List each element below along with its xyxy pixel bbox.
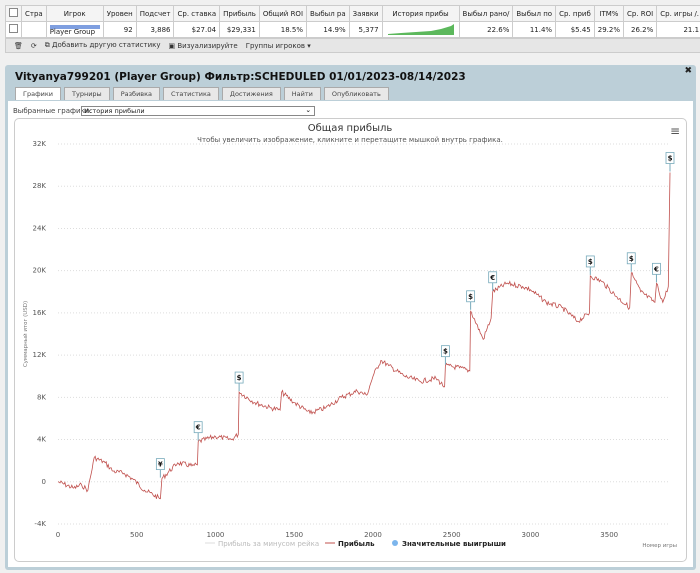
y-tick-label: 20K (33, 267, 47, 275)
col-header[interactable]: Подсчет (135, 5, 175, 22)
tab-publish[interactable]: Опубликовать (323, 87, 389, 100)
profit-sparkline (381, 21, 460, 38)
player-panel: Vityanya799201 (Player Group) Фильтр:SCH… (5, 65, 696, 570)
col-header[interactable]: Прибыль (219, 5, 260, 22)
tab-charts[interactable]: Графики (15, 87, 62, 100)
tab-statistics[interactable]: Статистика (163, 87, 219, 100)
big-win-symbol: $ (443, 348, 448, 356)
table-header-row: Стра Игрок Уровен Подсчет Ср. ставка При… (5, 5, 700, 22)
x-axis-label: Номер игры (642, 543, 677, 549)
col-header[interactable]: Заявки (348, 5, 383, 22)
x-tick-label: 3500 (600, 531, 618, 539)
y-tick-label: 8K (37, 393, 46, 401)
col-header[interactable]: Уровен (102, 5, 137, 22)
tab-achievements[interactable]: Достижения (221, 87, 281, 100)
y-tick-label: 12K (33, 351, 47, 359)
big-win-symbol: $ (588, 258, 593, 266)
y-tick-label: 24K (33, 224, 47, 232)
table-toolbar: 🗑 ⟳ ⧉ Добавить другую статистику ▣ Визуа… (5, 38, 700, 53)
chart-subtitle: Чтобы увеличить изображение, кликните и … (197, 136, 503, 144)
table-row: Player Group 92 3,886 $27.04 $29,331 18.… (5, 21, 700, 38)
col-header[interactable]: Ср. ROI (623, 5, 658, 22)
tab-find[interactable]: Найти (283, 87, 321, 100)
y-tick-label: -4K (34, 520, 46, 528)
y-tick-label: 0 (42, 478, 46, 486)
col-header[interactable]: Общий ROI (258, 5, 308, 22)
add-stat-button[interactable]: ⧉ Добавить другую статистику (45, 41, 161, 50)
big-win-symbol: ¥ (158, 461, 163, 469)
y-tick-label: 32K (33, 140, 47, 148)
big-win-symbol: € (489, 274, 495, 282)
chart-title: Общая прибыль (308, 123, 393, 134)
col-header[interactable]: Выбыл рано/ (458, 5, 514, 22)
close-icon[interactable]: ✖ (684, 66, 692, 76)
stats-table: Стра Игрок Уровен Подсчет Ср. ставка При… (5, 5, 700, 38)
chevron-down-icon: ⌄ (305, 106, 311, 114)
menu-icon[interactable]: ≡ (670, 124, 680, 138)
col-header[interactable]: Ср. приб (555, 5, 595, 22)
panel-tabs: Графики Турниры Разбивка Статистика Дост… (15, 87, 389, 100)
col-header[interactable]: Игрок (45, 5, 104, 22)
profit-chart[interactable]: Общая прибыль Чтобы увеличить изображение… (14, 118, 687, 562)
x-tick-label: 500 (130, 531, 143, 539)
col-header[interactable]: Ср. ставка (173, 5, 221, 22)
player-groups-dropdown[interactable]: Группы игроков ▾ (246, 42, 311, 50)
legend-item-profit: Прибыль (338, 540, 375, 548)
selected-charts-label: Выбранные графики: (13, 107, 92, 115)
y-tick-label: 28K (33, 182, 47, 190)
x-tick-label: 0 (56, 531, 60, 539)
row-checkbox[interactable] (5, 21, 22, 38)
panel-title: Vityanya799201 (Player Group) Фильтр:SCH… (15, 71, 466, 83)
chart-select[interactable]: История прибыли ⌄ (81, 106, 315, 116)
big-win-symbol: $ (468, 293, 473, 301)
player-cell[interactable]: Player Group (45, 21, 104, 38)
col-header[interactable]: ITM% (593, 5, 625, 22)
x-tick-label: 3000 (522, 531, 540, 539)
legend-dot-big-wins (392, 540, 398, 546)
refresh-icon[interactable]: ⟳ (31, 42, 37, 50)
y-tick-label: 4K (37, 436, 46, 444)
y-axis-label: Суммарный итог (USD) (22, 301, 29, 367)
x-tick-label: 1500 (285, 531, 303, 539)
visualize-button[interactable]: ▣ Визуализируйте (169, 42, 238, 50)
legend-item-rakeless: Прибыль за минусом рейка (218, 540, 319, 548)
big-win-symbol: $ (237, 374, 242, 382)
big-win-symbol: € (653, 265, 659, 273)
col-header[interactable]: Выбыл по (512, 5, 557, 22)
panel-body: Выбранные графики: История прибыли ⌄ Обща… (8, 101, 693, 567)
profit-series-line (57, 172, 671, 500)
legend-item-big-wins: Значительные выигрыши (402, 540, 506, 548)
tab-breakdown[interactable]: Разбивка (112, 87, 161, 100)
col-header[interactable]: Выбыл ра (306, 5, 350, 22)
select-all-checkbox[interactable] (5, 5, 22, 22)
big-win-symbol: $ (629, 255, 634, 263)
col-header[interactable]: Ср. игры /. (656, 5, 700, 22)
col-header[interactable]: Стра (21, 5, 47, 22)
x-tick-label: 2000 (364, 531, 382, 539)
big-win-symbol: € (195, 424, 201, 432)
trash-icon[interactable]: 🗑 (14, 42, 23, 50)
col-header[interactable]: История прибы (381, 5, 460, 22)
y-tick-label: 16K (33, 309, 47, 317)
x-tick-label: 2500 (443, 531, 461, 539)
tab-tournaments[interactable]: Турниры (64, 87, 110, 100)
big-win-symbol: $ (668, 155, 673, 163)
x-tick-label: 1000 (207, 531, 225, 539)
